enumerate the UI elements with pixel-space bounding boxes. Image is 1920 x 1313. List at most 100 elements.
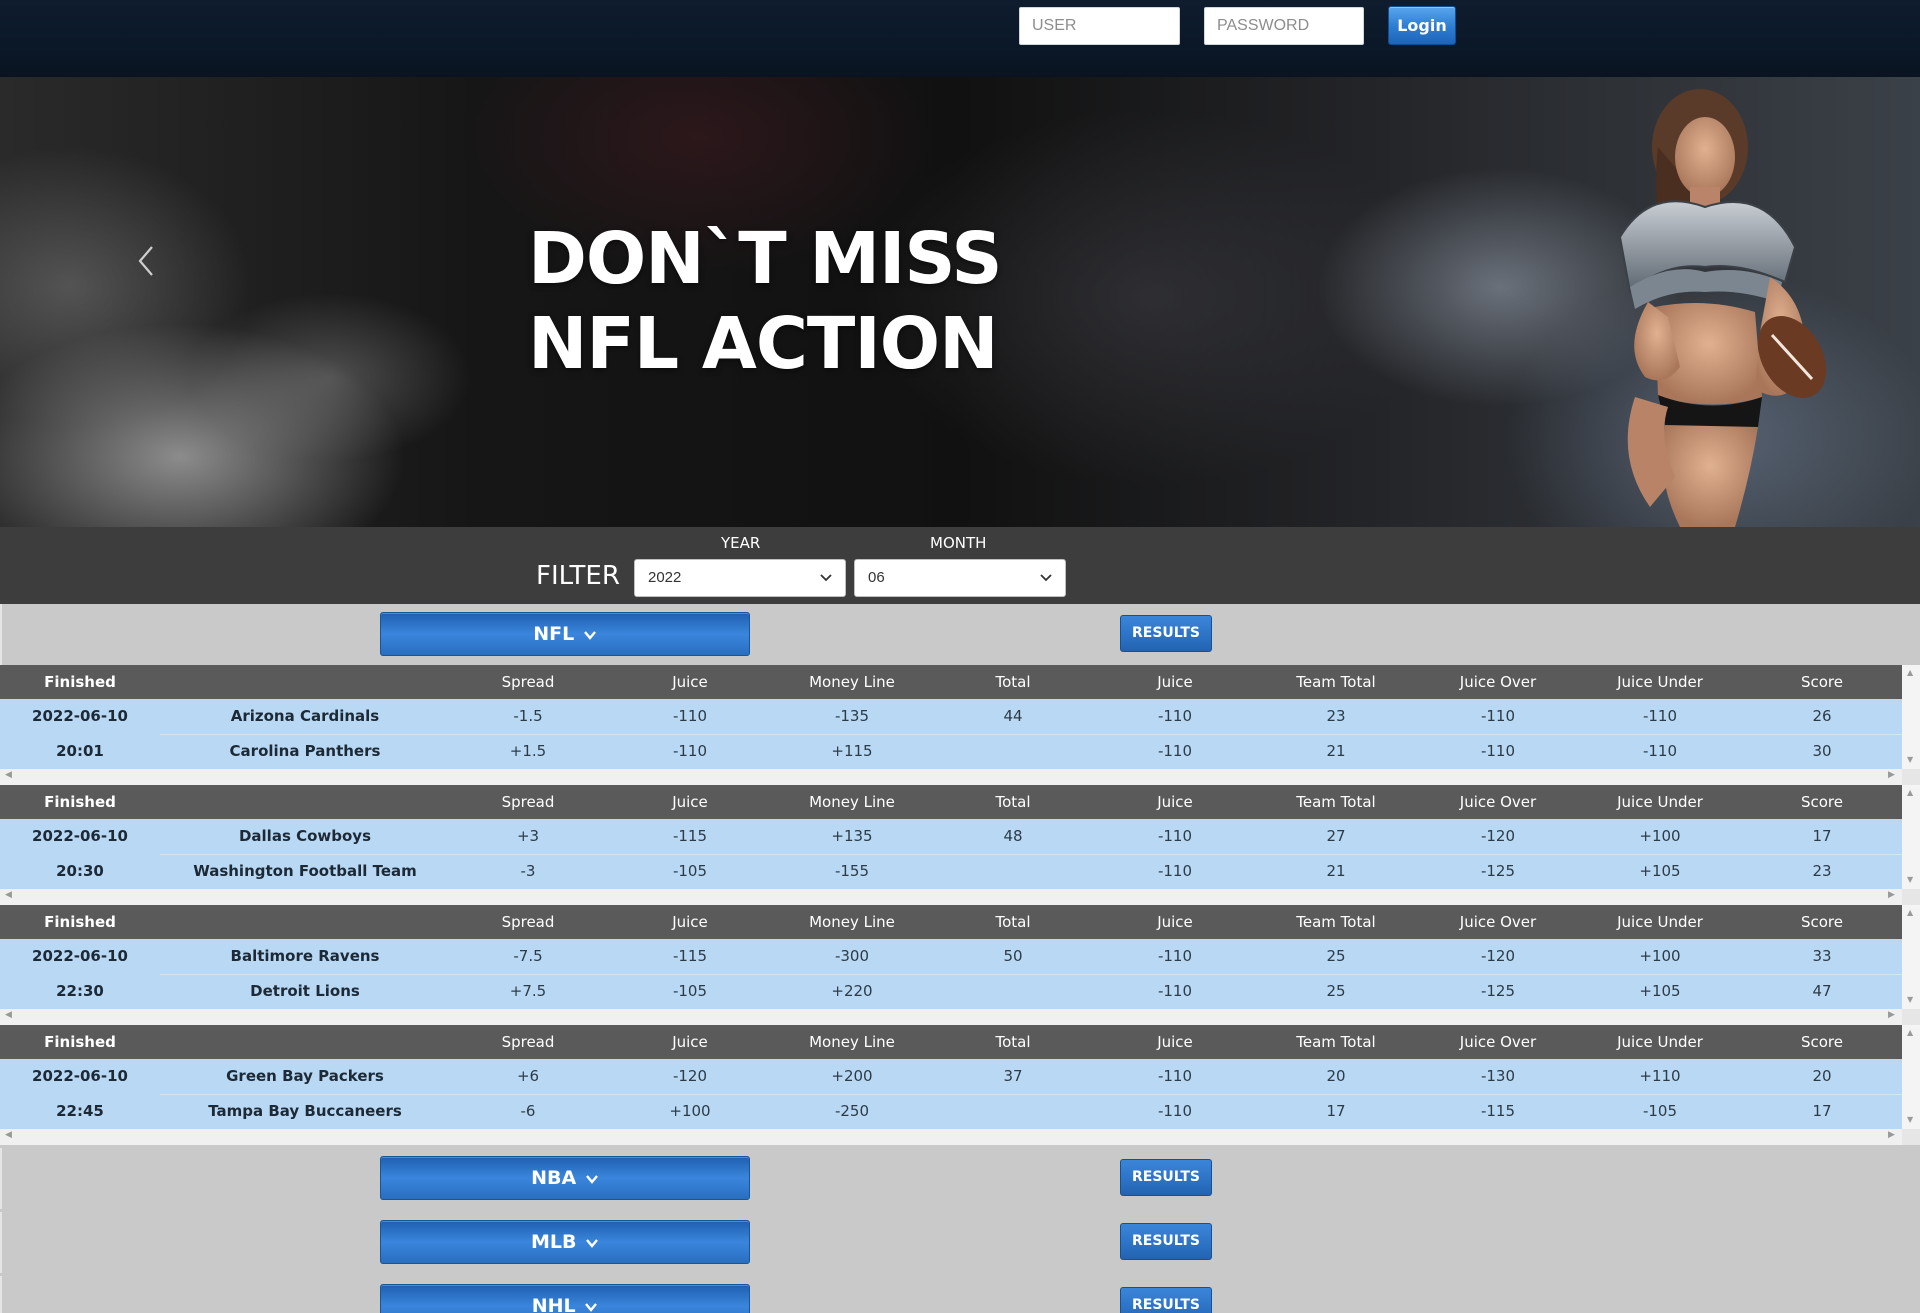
game-time: 20:30 xyxy=(56,862,104,880)
game-table-header: Finished Spread Juice Money Line Total Juice T… xyxy=(0,905,1902,939)
results-button-nfl[interactable]: RESULTS xyxy=(1120,615,1212,652)
scroll-right-icon[interactable]: ▶ xyxy=(1888,890,1895,900)
col-header-juice: Juice xyxy=(672,673,708,691)
username-input[interactable] xyxy=(1019,7,1180,45)
scroll-down-icon[interactable]: ▼ xyxy=(1907,1115,1913,1124)
game-date: 2022-06-10 xyxy=(32,827,128,845)
total-cell: 50 xyxy=(1003,947,1023,965)
col-header-juice: Juice xyxy=(672,1033,708,1051)
scroll-up-icon[interactable]: ▲ xyxy=(1907,1028,1913,1037)
team-name: Detroit Lions xyxy=(250,982,360,1000)
col-header-juice: Juice xyxy=(672,793,708,811)
juice-over-cell: -110 xyxy=(1480,707,1516,725)
juice-cell: -115 xyxy=(672,827,708,845)
col-header-juice-total: Juice xyxy=(1157,673,1193,691)
horizontal-scrollbar[interactable]: ◀ ▶ xyxy=(0,1009,1902,1025)
scroll-down-icon[interactable]: ▼ xyxy=(1907,755,1913,764)
spread-cell: +1.5 xyxy=(509,742,547,760)
scroll-up-icon[interactable]: ▲ xyxy=(1907,788,1913,797)
sport-section-nfl: NFL RESULTS xyxy=(0,604,1920,665)
carousel-prev-button[interactable] xyxy=(128,232,164,292)
score-cell: 17 xyxy=(1812,1102,1832,1120)
vertical-scrollbar[interactable]: ▲ ▼ xyxy=(1902,1025,1920,1129)
col-header-juice-over: Juice Over xyxy=(1459,1033,1537,1051)
team-total-cell: 17 xyxy=(1326,1102,1346,1120)
chevron-down-icon xyxy=(585,1302,598,1312)
col-header-money-line: Money Line xyxy=(809,793,895,811)
total-cell: 48 xyxy=(1003,827,1023,845)
table-row[interactable]: 22:30 Detroit Lions +7.5 -105 +220 -110 25 -125… xyxy=(0,974,1902,1009)
table-row[interactable]: 22:45 Tampa Bay Buccaneers -6 +100 -250 -110 1… xyxy=(0,1094,1902,1129)
table-row[interactable]: 2022-06-10 Dallas Cowboys +3 -115 +135 -110 27… xyxy=(0,819,1902,854)
table-row[interactable]: 2022-06-10 Arizona Cardinals -1.5 -110 -135 -… xyxy=(0,699,1902,734)
col-header-total: Total xyxy=(995,793,1031,811)
table-row[interactable]: 2022-06-10 Green Bay Packers +6 -120 +200 -11… xyxy=(0,1059,1902,1094)
scroll-right-icon[interactable]: ▶ xyxy=(1888,1130,1895,1140)
horizontal-scrollbar[interactable]: ◀ ▶ xyxy=(0,889,1902,905)
team-name: Tampa Bay Buccaneers xyxy=(208,1102,402,1120)
vertical-scrollbar[interactable]: ▲ ▼ xyxy=(1902,665,1920,769)
col-header-juice-under: Juice Under xyxy=(1617,793,1703,811)
scroll-left-icon[interactable]: ◀ xyxy=(5,770,12,780)
team-name: Baltimore Ravens xyxy=(230,947,380,965)
sport-toggle-nba[interactable]: NBA xyxy=(380,1156,750,1200)
sport-section-mlb: MLB RESULTS xyxy=(0,1212,1920,1273)
scroll-right-icon[interactable]: ▶ xyxy=(1888,770,1895,780)
table-row[interactable]: 2022-06-10 Baltimore Ravens -7.5 -115 -300 -1… xyxy=(0,939,1902,974)
team-total-cell: 21 xyxy=(1326,742,1346,760)
month-select[interactable]: 06 xyxy=(854,559,1066,597)
scroll-down-icon[interactable]: ▼ xyxy=(1907,875,1913,884)
scroll-left-icon[interactable]: ◀ xyxy=(5,890,12,900)
scroll-left-icon[interactable]: ◀ xyxy=(5,1130,12,1140)
year-select[interactable]: 2022 xyxy=(634,559,846,597)
results-button-mlb[interactable]: RESULTS xyxy=(1120,1223,1212,1260)
row-divider xyxy=(160,1094,1902,1095)
table-row[interactable]: 20:30 Washington Football Team -3 -105 -155 -… xyxy=(0,854,1902,889)
vertical-scrollbar[interactable]: ▲ ▼ xyxy=(1902,905,1920,1009)
team-name: Carolina Panthers xyxy=(229,742,381,760)
horizontal-scrollbar[interactable]: ◀ ▶ xyxy=(0,769,1902,785)
table-row[interactable]: 20:01 Carolina Panthers +1.5 -110 +115 -110 21… xyxy=(0,734,1902,769)
sport-toggle-nhl[interactable]: NHL xyxy=(380,1284,750,1313)
scroll-right-icon[interactable]: ▶ xyxy=(1888,1010,1895,1020)
row-divider xyxy=(160,854,1902,855)
game-table-header: Finished Spread Juice Money Line Total Juice T… xyxy=(0,1025,1902,1059)
sport-toggle-nfl[interactable]: NFL xyxy=(380,612,750,656)
vertical-scrollbar[interactable]: ▲ ▼ xyxy=(1902,785,1920,889)
scroll-left-icon[interactable]: ◀ xyxy=(5,1010,12,1020)
scroll-up-icon[interactable]: ▲ xyxy=(1907,908,1913,917)
horizontal-scrollbar[interactable]: ◀ ▶ xyxy=(0,1129,1902,1145)
total-juice-cell: -110 xyxy=(1157,982,1193,1000)
col-header-juice-total: Juice xyxy=(1157,1033,1193,1051)
login-button[interactable]: Login xyxy=(1388,6,1456,45)
total-juice-cell: -110 xyxy=(1157,1102,1193,1120)
scroll-down-icon[interactable]: ▼ xyxy=(1907,995,1913,1004)
month-label: MONTH xyxy=(930,534,987,552)
game-table-header: Finished Spread Juice Money Line Total Juice T… xyxy=(0,665,1902,699)
password-input[interactable] xyxy=(1204,7,1364,45)
spread-cell: -6 xyxy=(520,1102,536,1120)
money-line-cell: -155 xyxy=(834,862,870,880)
col-header-score: Score xyxy=(1800,793,1843,811)
juice-over-cell: -125 xyxy=(1480,862,1516,880)
hero-headline: DON`T MISS NFL ACTION xyxy=(528,216,1003,386)
score-cell: 17 xyxy=(1812,827,1832,845)
juice-over-cell: -115 xyxy=(1480,1102,1516,1120)
col-header-status: Finished xyxy=(44,1033,116,1051)
sport-toggle-mlb[interactable]: MLB xyxy=(380,1220,750,1264)
game-table: Finished Spread Juice Money Line Total Juice T… xyxy=(0,785,1920,905)
money-line-cell: -250 xyxy=(834,1102,870,1120)
game-date: 2022-06-10 xyxy=(32,947,128,965)
juice-over-cell: -130 xyxy=(1480,1067,1516,1085)
total-juice-cell: -110 xyxy=(1157,707,1193,725)
juice-under-cell: +105 xyxy=(1639,982,1681,1000)
money-line-cell: +115 xyxy=(831,742,873,760)
col-header-team-total: Team Total xyxy=(1296,793,1376,811)
total-juice-cell: -110 xyxy=(1157,1067,1193,1085)
results-button-nba[interactable]: RESULTS xyxy=(1120,1159,1212,1196)
results-button-nhl[interactable]: RESULTS xyxy=(1120,1287,1212,1313)
spread-cell: +7.5 xyxy=(509,982,547,1000)
scroll-up-icon[interactable]: ▲ xyxy=(1907,668,1913,677)
game-table-header: Finished Spread Juice Money Line Total Juice T… xyxy=(0,785,1902,819)
juice-over-cell: -110 xyxy=(1480,742,1516,760)
